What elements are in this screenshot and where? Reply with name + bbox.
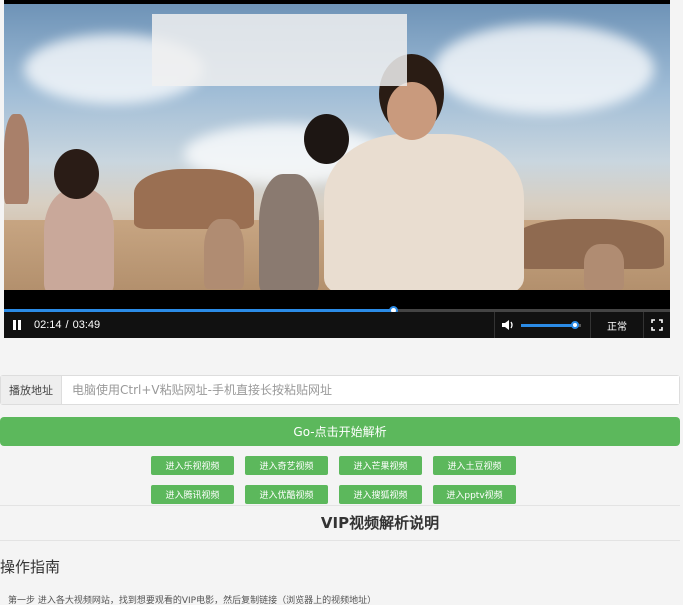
cloud [434,24,654,114]
site-button-iqiyi[interactable]: 进入奇艺视频 [245,456,328,475]
time-separator: / [65,319,69,331]
rock [134,169,254,229]
url-label: 播放地址 [1,376,62,404]
site-button-pptv[interactable]: 进入pptv视频 [433,485,516,504]
current-time: 02:14 [34,319,62,331]
go-parse-button[interactable]: Go-点击开始解析 [0,417,680,446]
site-button-letv[interactable]: 进入乐视视频 [151,456,234,475]
dancer-front [324,134,524,290]
volume-control[interactable] [495,312,590,338]
pause-button[interactable] [4,312,30,338]
fullscreen-icon [651,319,663,331]
overlay-panel [152,14,407,86]
guide-title: 操作指南 [0,558,61,576]
duration: 03:49 [72,319,101,331]
site-button-tudou[interactable]: 进入土豆视频 [433,456,516,475]
guide-text: 第一步 进入各大视频网站，找到想要观看的VIP电影，然后复制链接（浏览器上的视频… [8,596,377,605]
volume-icon[interactable] [501,319,515,331]
rock [584,244,624,290]
pause-icon [13,320,21,330]
volume-handle[interactable] [571,320,579,329]
dancer-left-head [54,149,99,199]
dancer-front-face [387,82,437,140]
speed-button[interactable]: 正常 [591,318,643,333]
url-input-group: 播放地址 [0,375,680,405]
divider [0,540,680,541]
site-button-tencent[interactable]: 进入腾讯视频 [151,485,234,504]
volume-fill [521,323,575,327]
url-input[interactable] [62,376,679,404]
volume-slider[interactable] [521,320,581,329]
divider [0,505,680,506]
fullscreen-button[interactable] [644,312,670,338]
dancer-edge [4,114,29,204]
player-controls: 02:14 / 03:49 正常 [4,312,670,338]
section-title: VIP视频解析说明 [320,514,440,532]
dancer-left [44,189,114,290]
site-button-youku[interactable]: 进入优酷视频 [245,485,328,504]
dancer-middle [259,174,319,290]
rock [204,219,244,289]
site-button-sohu[interactable]: 进入搜狐视频 [339,485,422,504]
video-frame[interactable] [4,4,670,290]
video-player[interactable]: 02:14 / 03:49 正常 [4,0,670,338]
site-links: 进入乐视视频 进入奇艺视频 进入芒果视频 进入土豆视频 进入腾讯视频 进入优酷视… [151,456,521,504]
site-button-mango[interactable]: 进入芒果视频 [339,456,422,475]
